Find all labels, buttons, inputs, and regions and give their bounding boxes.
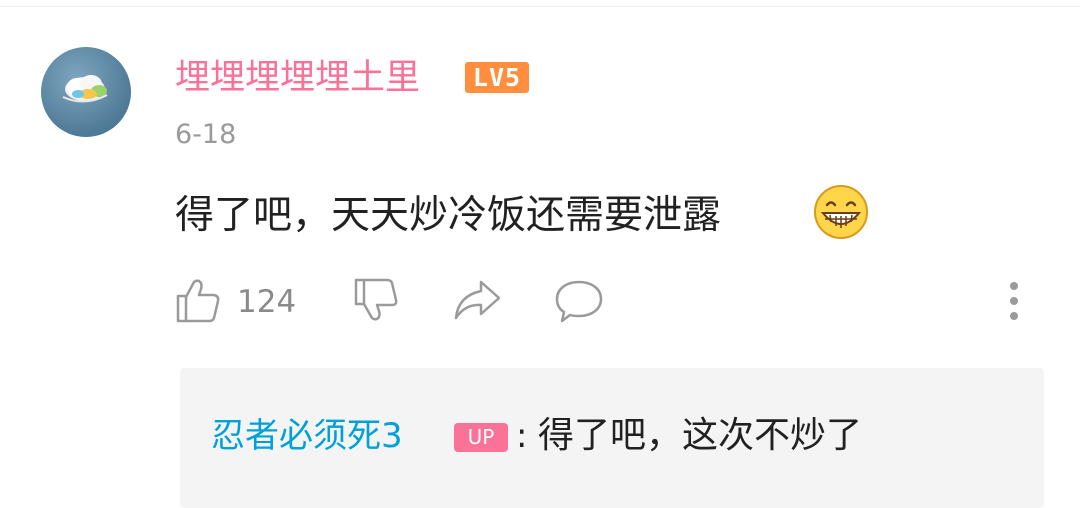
- username[interactable]: 埋埋埋埋埋土里: [175, 54, 420, 102]
- level-badge: LV5: [465, 62, 529, 93]
- reply-text: 得了吧，这次不炒了: [538, 415, 863, 456]
- top-divider: [0, 6, 1080, 7]
- reply-separator: :: [516, 416, 528, 456]
- like-count: 124: [237, 284, 297, 320]
- up-badge: UP: [454, 423, 508, 452]
- comment-date: 6-18: [175, 119, 237, 150]
- thumbs-up-icon[interactable]: [174, 276, 222, 324]
- comment-text: 得了吧，天天炒冷饭还需要泄露: [175, 193, 722, 238]
- more-vertical-icon[interactable]: [1000, 276, 1028, 324]
- comment-bubble-icon[interactable]: [554, 276, 604, 324]
- thumbs-down-icon[interactable]: [352, 276, 400, 324]
- reply-username[interactable]: 忍者必须死3: [211, 413, 403, 459]
- share-icon[interactable]: [452, 276, 502, 324]
- avatar[interactable]: [41, 47, 131, 137]
- grinning-face-emoji: [814, 185, 868, 239]
